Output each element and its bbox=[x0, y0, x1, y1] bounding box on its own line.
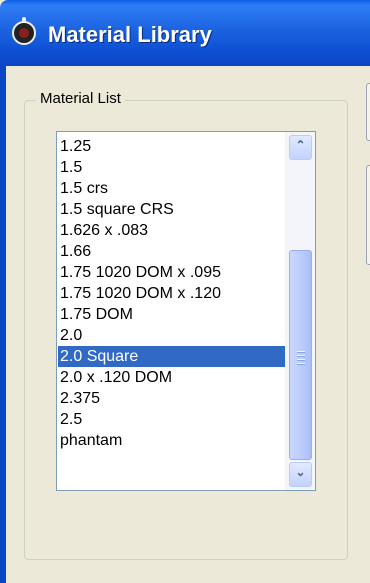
list-item[interactable]: 2.0 Square bbox=[58, 346, 286, 367]
list-item[interactable]: 2.0 x .120 DOM bbox=[58, 367, 286, 388]
list-item[interactable]: phantam bbox=[58, 430, 286, 451]
scroll-up-button[interactable]: ⌃ bbox=[289, 135, 312, 160]
chevron-down-icon: ⌄ bbox=[295, 465, 306, 479]
groupbox-label: Material List bbox=[36, 90, 125, 107]
list-item[interactable]: 2.375 bbox=[58, 388, 286, 409]
list-item[interactable]: 1.25 bbox=[58, 136, 286, 157]
app-logo-icon[interactable] bbox=[12, 17, 36, 45]
list-item[interactable]: 1.5 crs bbox=[58, 178, 286, 199]
list-item[interactable]: 1.75 DOM bbox=[58, 304, 286, 325]
chevron-up-icon: ⌃ bbox=[295, 138, 306, 152]
scroll-thumb[interactable] bbox=[289, 250, 312, 460]
side-button-middle[interactable] bbox=[366, 165, 370, 265]
scroll-down-button[interactable]: ⌄ bbox=[289, 462, 312, 487]
list-item[interactable]: 1.5 bbox=[58, 157, 286, 178]
grip-icon bbox=[297, 351, 305, 367]
list-item[interactable]: 1.626 x .083 bbox=[58, 220, 286, 241]
title-bar[interactable]: Material Library bbox=[0, 0, 370, 66]
material-listbox[interactable]: 1.25 1.5 1.5 crs 1.5 square CRS 1.626 x .083… bbox=[56, 131, 316, 491]
window-title: Material Library bbox=[48, 22, 212, 47]
list-item[interactable]: 2.5 bbox=[58, 409, 286, 430]
vertical-scrollbar[interactable]: ⌃ ⌄ bbox=[285, 132, 315, 490]
list-item[interactable]: 2.0 bbox=[58, 325, 286, 346]
side-button-top[interactable] bbox=[366, 83, 370, 141]
list-item[interactable]: 1.66 bbox=[58, 241, 286, 262]
material-items: 1.25 1.5 1.5 crs 1.5 square CRS 1.626 x .083… bbox=[58, 136, 286, 451]
list-item[interactable]: 1.75 1020 DOM x .095 bbox=[58, 262, 286, 283]
list-item[interactable]: 1.5 square CRS bbox=[58, 199, 286, 220]
list-item[interactable]: 1.75 1020 DOM x .120 bbox=[58, 283, 286, 304]
